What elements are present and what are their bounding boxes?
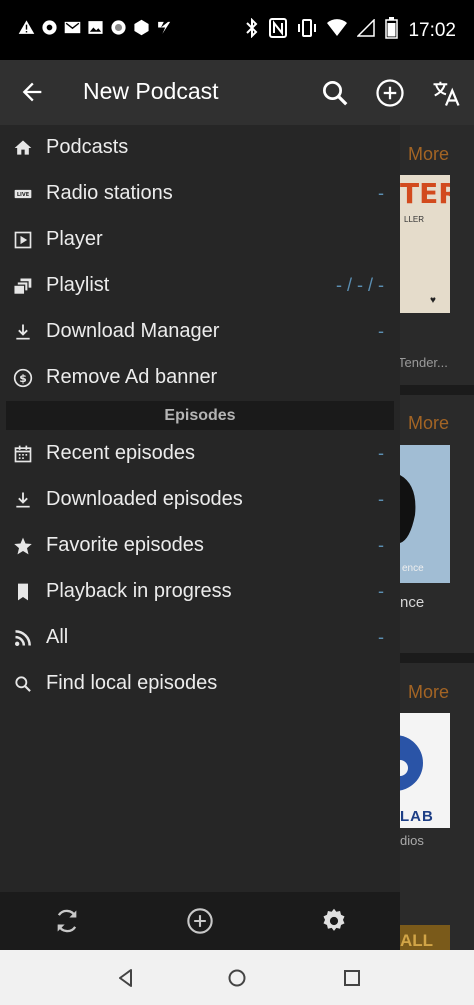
iheart-icon: ♥ [430,295,436,306]
drawer-item-playback-in-progress[interactable]: Playback in progress - [0,569,400,615]
drawer-item-favorite-episodes[interactable]: Favorite episodes - [0,523,400,569]
drawer-item-label: Downloaded episodes [46,488,243,510]
svg-text:$: $ [19,372,27,385]
star-icon [13,536,33,556]
back-triangle-icon[interactable] [115,967,137,989]
drawer-item-all[interactable]: All - [0,615,400,661]
drawer-item-label: Find local episodes [46,672,218,694]
more-link: More [408,682,450,702]
drawer-item-label: Remove Ad banner [46,366,218,388]
drawer-item-count: - [378,489,384,509]
drawer-item-label: Podcasts [46,136,129,158]
drawer-item-count: - [378,443,384,463]
more-link: More [408,413,450,433]
drawer-item-label: Playlist [46,274,110,296]
calendar-icon [13,444,33,464]
drawer-item-remove-ad-banner[interactable]: $ Remove Ad banner [0,355,400,401]
download-icon [13,490,33,510]
download-icon [13,322,33,342]
gmail-icon [64,19,81,36]
more-link: More [408,144,450,164]
drawer-bottom-bar [0,892,400,950]
drawer-item-label: Download Manager [46,320,220,342]
drawer-item-count: - [378,581,384,601]
recents-square-icon[interactable] [341,967,363,989]
drawer-item-label: Recent episodes [46,442,195,464]
search-icon [13,674,33,694]
drawer-item-downloaded-episodes[interactable]: Downloaded episodes - [0,477,400,523]
status-bar: 17:02 [0,0,474,60]
bluetooth-icon [245,17,259,44]
wifi-icon [327,19,348,43]
play-box-icon [13,230,33,250]
background-card-1: TER LLER ♥ [400,175,450,313]
card-title: TER [400,177,450,210]
card-caption: Tender... [398,355,448,370]
drawer-item-count: - [378,535,384,555]
card-subtitle: LLER [404,215,425,224]
notification-icons [18,19,173,36]
add-circle-icon[interactable] [375,78,405,108]
check-icon [156,19,173,36]
record-icon [110,19,127,36]
drawer-item-count: - [378,321,384,341]
search-icon[interactable] [320,78,350,108]
live-icon: LIVE [13,184,33,204]
vibrate-icon [297,18,317,44]
drawer-item-label: Favorite episodes [46,534,204,556]
bookmark-icon [13,582,33,602]
drawer-item-label: Playback in progress [46,580,232,602]
drawer-item-label: Player [46,228,103,250]
signal-icon [356,18,376,43]
drawer-item-label: Radio stations [46,182,173,204]
drawer-item-radio-stations[interactable]: LIVE Radio stations - [0,171,400,217]
background-card-3: LAB [400,713,450,828]
home-icon [13,138,33,158]
card-small-text: ence [402,563,424,574]
system-navigation-bar [0,950,474,1005]
drawer-item-count: - [378,183,384,203]
drawer-item-player[interactable]: Player [0,217,400,263]
system-indicators: 17:02 [245,17,456,45]
settings-gear-icon[interactable] [320,907,348,935]
drawer-item-playlist[interactable]: Playlist - / - / - [0,263,400,309]
status-time: 17:02 [408,20,456,41]
refresh-icon[interactable] [53,907,81,935]
navigation-drawer: Podcasts LIVE Radio stations - Player Pl… [0,125,400,950]
playlist-icon [13,276,33,296]
chrome-icon [41,19,58,36]
page-title: New Podcast [83,78,219,104]
background-button-label: ALL [400,931,434,950]
add-circle-icon[interactable] [186,907,214,935]
svg-text:LIVE: LIVE [17,192,30,198]
section-header-episodes: Episodes [6,401,394,430]
card-caption: dios [400,833,424,848]
drawer-item-download-manager[interactable]: Download Manager - [0,309,400,355]
home-circle-icon[interactable] [226,967,248,989]
card-title: LAB [400,808,434,825]
background-button: ALL [400,925,450,950]
back-arrow-icon[interactable] [18,78,46,106]
image-icon [87,19,104,36]
drawer-item-count: - / - / - [336,275,384,295]
drawer-item-podcasts[interactable]: Podcasts [0,125,400,171]
drawer-item-label: All [46,626,69,648]
dollar-circle-icon: $ [13,368,33,388]
app-toolbar: New Podcast [0,60,474,125]
battery-icon [385,17,399,45]
background-card-2: ence [400,445,450,583]
warning-icon [18,19,35,36]
hexagon-icon [133,19,150,36]
nfc-icon [269,18,288,44]
rss-icon [13,628,33,648]
card-caption: nce [400,594,425,611]
drawer-item-count: - [378,627,384,647]
drawer-item-recent-episodes[interactable]: Recent episodes - [0,431,400,477]
drawer-item-find-local-episodes[interactable]: Find local episodes [0,661,400,707]
translate-icon[interactable] [431,78,461,108]
